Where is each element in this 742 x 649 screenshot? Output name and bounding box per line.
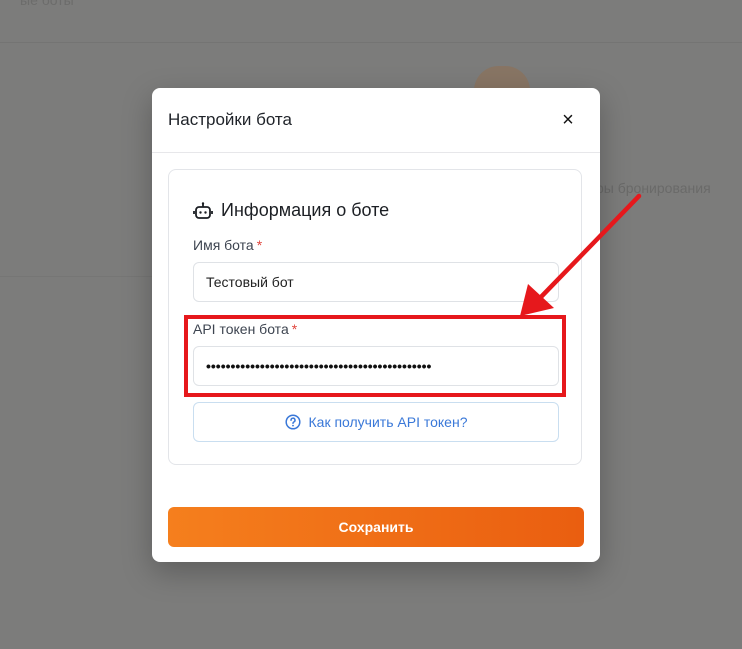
required-mark: * [256,237,263,253]
save-button[interactable]: Сохранить [168,507,584,547]
background-divider [0,276,152,277]
close-button[interactable]: × [558,108,578,132]
bot-name-input[interactable]: Тестовый бот [193,262,559,302]
question-circle-icon [284,414,301,430]
modal-header: Настройки бота × [152,88,600,153]
annotation-highlight-box [184,315,566,397]
bot-name-label: Имя бота * [193,237,263,253]
background-page-title: ые боты [20,0,74,8]
modal-title: Настройки бота [168,110,292,129]
section-title: Информация о боте [221,200,390,220]
how-to-get-token-button[interactable]: Как получить API токен? [193,402,559,442]
close-icon: × [562,108,574,131]
background-divider [0,42,742,43]
bot-name-value: Тестовый бот [206,274,294,290]
help-button-label: Как получить API токен? [308,414,468,430]
robot-icon [193,201,213,219]
background-text: ры бронирования [596,180,711,196]
section-header: Информация о боте [193,200,389,221]
